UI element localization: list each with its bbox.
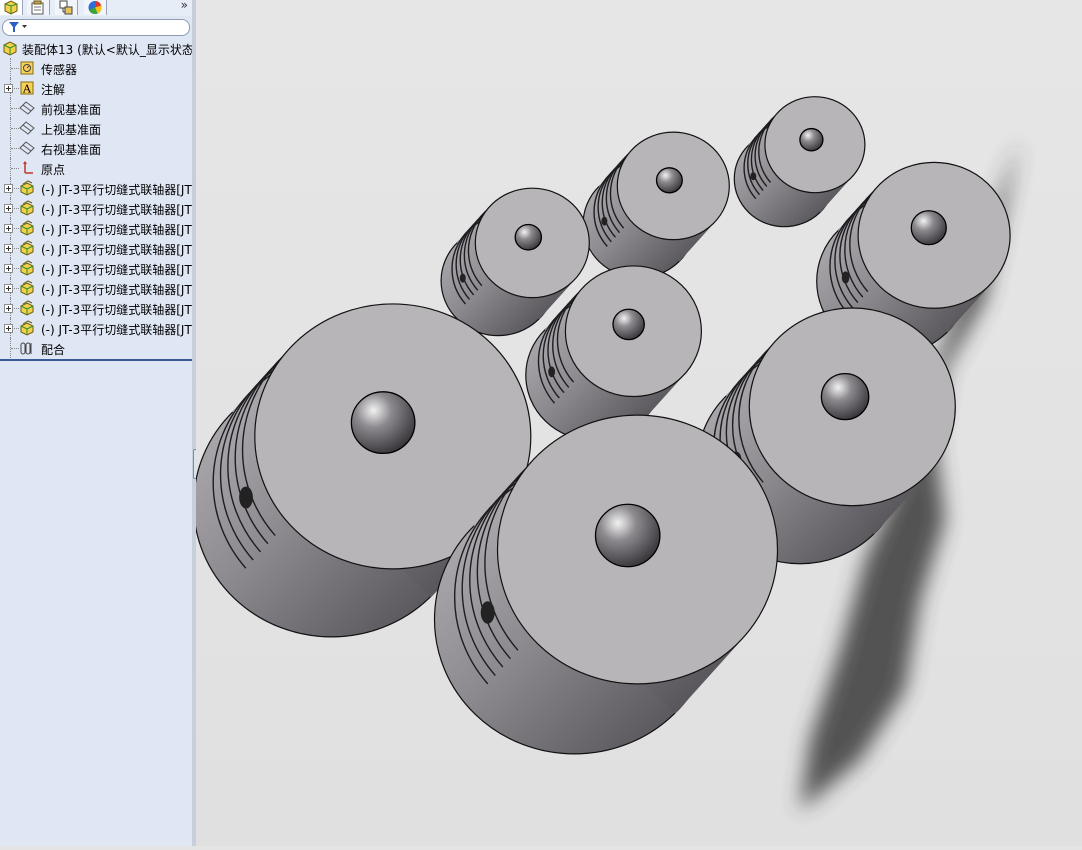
- set-screw-hole: [841, 271, 850, 284]
- tree-divider: [0, 359, 192, 361]
- coupling-model[interactable]: [582, 131, 730, 279]
- tree-item-label: 配合: [41, 343, 66, 357]
- tree-connector: [11, 68, 19, 69]
- tree-item-component[interactable]: (-) JT-3平行切缝式联轴器[JT: [0, 298, 192, 318]
- set-screw-hole: [548, 366, 556, 378]
- set-screw-hole: [750, 172, 757, 181]
- tree-item-label: (-) JT-3平行切缝式联轴器[JT: [41, 183, 192, 197]
- tree-item-label: 原点: [41, 163, 66, 177]
- set-screw-hole: [601, 216, 608, 226]
- annotation-icon: A: [20, 81, 34, 96]
- tree-connector: [11, 168, 19, 169]
- bore-hole: [594, 503, 661, 568]
- tree-item-label: (-) JT-3平行切缝式联轴器[JT: [41, 283, 192, 297]
- tree-item-label: (-) JT-3平行切缝式联轴器[JT: [41, 263, 192, 277]
- panel-tabs: »: [0, 0, 192, 16]
- tree-item-component[interactable]: (-) JT-3平行切缝式联轴器[JT: [0, 198, 192, 218]
- tree-item-component[interactable]: (-) JT-3平行切缝式联轴器[JT: [0, 278, 192, 298]
- feature-tree-icon: [4, 0, 18, 15]
- assembly-icon: [3, 41, 17, 56]
- tree-item-plane[interactable]: 前视基准面: [0, 98, 192, 118]
- tree-item-mates[interactable]: 配合: [0, 338, 192, 358]
- tree-item-label: 注解: [41, 83, 66, 97]
- property-manager-tab[interactable]: [27, 0, 50, 15]
- tree-item-component[interactable]: (-) JT-3平行切缝式联轴器[JT: [0, 178, 192, 198]
- tree-item-label: 右视基准面: [41, 143, 102, 157]
- tree-connector: [11, 128, 19, 129]
- bore-hole: [612, 308, 645, 341]
- expand-toggle-icon[interactable]: [4, 304, 13, 313]
- tree-item-sensor[interactable]: 传感器: [0, 58, 192, 78]
- tree-item-label: (-) JT-3平行切缝式联轴器[JT: [41, 323, 192, 337]
- expand-toggle-icon[interactable]: [4, 84, 13, 93]
- tree-item-label: 上视基准面: [41, 123, 102, 137]
- part-icon: [20, 260, 34, 276]
- expand-toggle-icon[interactable]: [4, 224, 13, 233]
- part-icon: [20, 180, 34, 196]
- set-screw-hole: [239, 486, 253, 509]
- coupling-model[interactable]: [733, 96, 866, 228]
- tree-item-origin[interactable]: 原点: [0, 158, 192, 178]
- plane-icon: [19, 141, 35, 155]
- tree-item-component[interactable]: (-) JT-3平行切缝式联轴器[JT: [0, 258, 192, 278]
- set-screw-hole: [480, 601, 495, 624]
- expand-toggle-icon[interactable]: [4, 324, 13, 333]
- tree-item-plane[interactable]: 右视基准面: [0, 138, 192, 158]
- appearance-icon: [88, 0, 102, 15]
- bore-hole: [350, 391, 416, 455]
- tree-root-label: 装配体13 (默认<默认_显示状态: [22, 43, 192, 57]
- expand-toggle-icon[interactable]: [4, 264, 13, 273]
- bore-hole: [910, 210, 947, 246]
- expand-toggle-icon[interactable]: [4, 184, 13, 193]
- tree-item-component[interactable]: (-) JT-3平行切缝式联轴器[JT: [0, 218, 192, 238]
- tree-item-label: (-) JT-3平行切缝式联轴器[JT: [41, 203, 192, 217]
- bore-hole: [820, 372, 870, 421]
- part-icon: [20, 220, 34, 236]
- tree-connector: [11, 148, 19, 149]
- expand-toggle-icon[interactable]: [4, 284, 13, 293]
- expand-toggle-icon[interactable]: [4, 204, 13, 213]
- plane-icon: [19, 121, 35, 135]
- assembly-model-view: [193, 96, 1020, 810]
- part-icon: [20, 300, 34, 316]
- bore-hole: [514, 223, 543, 251]
- feature-manager-panel: » 装配体13 (默认<默认_显示状态 传感器 A 注解前视基准面上视基准面右视基准…: [0, 0, 193, 846]
- part-icon: [20, 240, 34, 256]
- property-icon: [31, 0, 44, 15]
- feature-tree: 装配体13 (默认<默认_显示状态 传感器 A 注解前视基准面上视基准面右视基准面原…: [0, 40, 192, 360]
- tree-item-plane[interactable]: 上视基准面: [0, 118, 192, 138]
- tree-item-label: (-) JT-3平行切缝式联轴器[JT: [41, 223, 192, 237]
- configuration-icon: [59, 0, 73, 15]
- filter-icon: [9, 22, 27, 32]
- tree-item-label: 传感器: [41, 63, 78, 77]
- configuration-manager-tab[interactable]: [55, 0, 78, 15]
- tree-item-label: 前视基准面: [41, 103, 102, 117]
- bore-hole: [799, 127, 824, 152]
- bore-hole: [655, 167, 683, 194]
- tree-item-component[interactable]: (-) JT-3平行切缝式联轴器[JT: [0, 318, 192, 338]
- plane-icon: [19, 101, 35, 115]
- tree-item-label: (-) JT-3平行切缝式联轴器[JT: [41, 243, 192, 257]
- expand-toggle-icon[interactable]: [4, 244, 13, 253]
- tree-filter-input[interactable]: [2, 19, 190, 36]
- display-manager-tab[interactable]: [84, 0, 107, 15]
- mates-icon: [20, 342, 32, 355]
- feature-manager-tab[interactable]: [0, 0, 23, 15]
- set-screw-hole: [459, 273, 466, 283]
- part-icon: [20, 320, 34, 336]
- expand-chevron-icon[interactable]: »: [181, 0, 188, 12]
- graphics-viewport[interactable]: [193, 0, 1082, 846]
- tree-item-label: (-) JT-3平行切缝式联轴器[JT: [41, 303, 192, 317]
- sensor-icon: [20, 61, 34, 75]
- svg-text:A: A: [22, 83, 32, 96]
- tree-connector: [11, 348, 19, 349]
- tree-item-annotation[interactable]: A 注解: [0, 78, 192, 98]
- part-icon: [20, 200, 34, 216]
- tree-connector: [11, 108, 19, 109]
- tree-item-component[interactable]: (-) JT-3平行切缝式联轴器[JT: [0, 238, 192, 258]
- tree-root[interactable]: 装配体13 (默认<默认_显示状态: [0, 38, 192, 58]
- part-icon: [20, 280, 34, 296]
- origin-icon: [23, 161, 33, 174]
